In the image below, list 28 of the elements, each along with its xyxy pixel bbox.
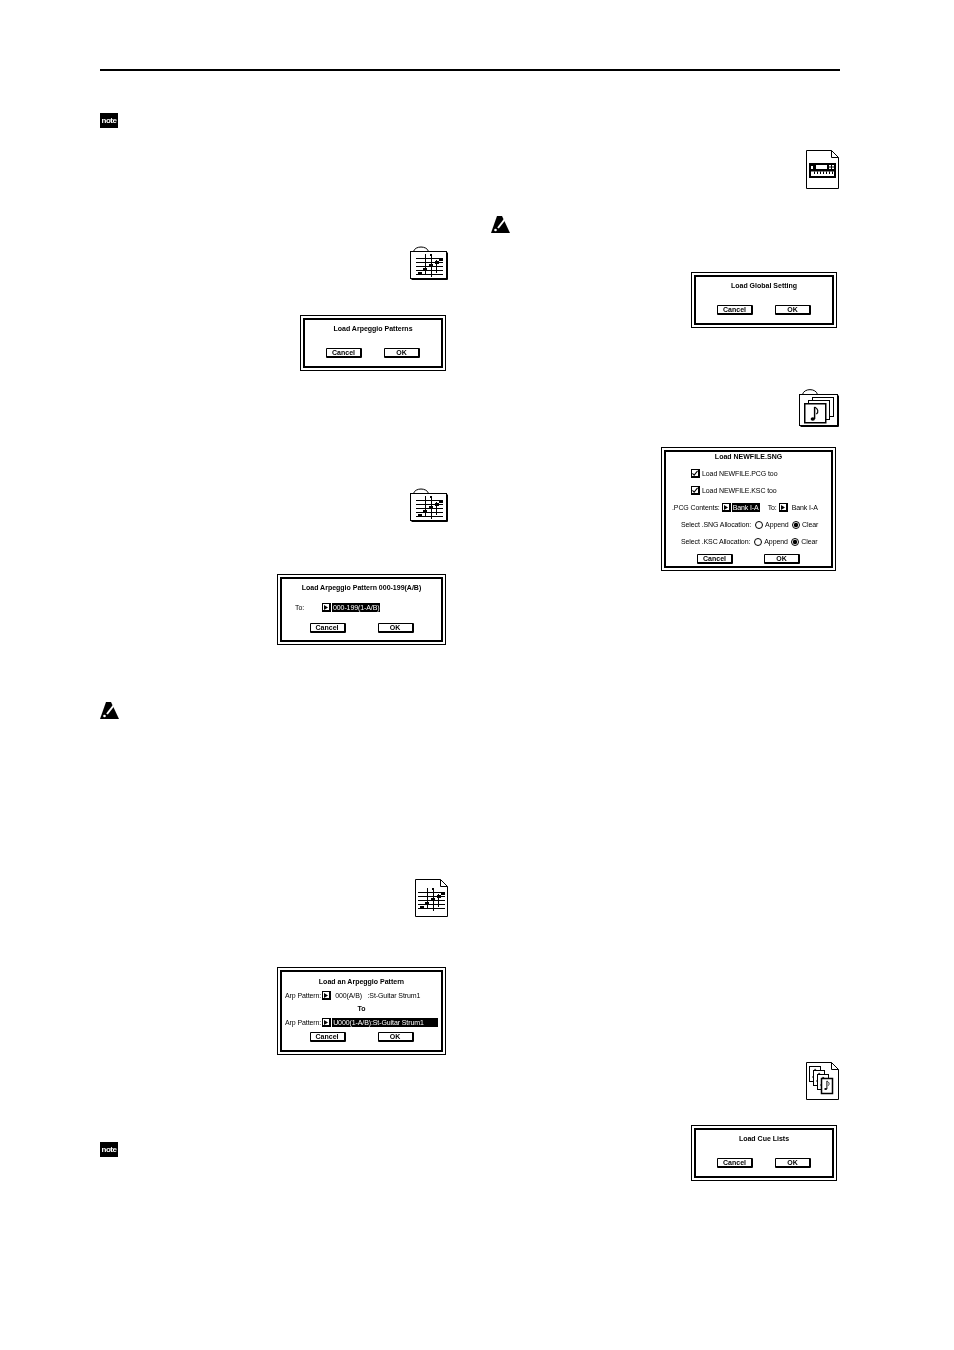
dropdown-button[interactable] — [322, 1018, 332, 1027]
triangle-icon — [324, 1019, 329, 1025]
triangle-icon — [324, 992, 329, 998]
checkbox[interactable] — [691, 486, 700, 495]
warning-icon — [100, 702, 119, 719]
check-icon — [692, 470, 698, 476]
triangle-icon — [324, 604, 328, 610]
music-folder-icon — [410, 245, 449, 281]
radio-button[interactable] — [754, 537, 763, 546]
radio-button[interactable] — [792, 520, 801, 529]
dropdown-button[interactable] — [322, 991, 332, 1000]
note-pages-folder-icon — [799, 387, 839, 427]
dropdown-button[interactable] — [721, 503, 731, 512]
note-badge: note — [100, 1142, 118, 1157]
triangle-icon — [723, 504, 728, 510]
triangle-icon — [780, 504, 785, 510]
warning-icon — [491, 216, 510, 233]
checkbox[interactable] — [691, 469, 700, 478]
radio-button[interactable] — [791, 537, 800, 546]
radio-button[interactable] — [755, 520, 764, 529]
music-folder-icon — [410, 487, 449, 523]
note-pages-document-icon — [806, 1062, 839, 1100]
check-icon — [692, 487, 698, 493]
dropdown-button[interactable] — [778, 503, 788, 512]
dropdown-button[interactable] — [322, 603, 331, 612]
music-document-icon — [415, 879, 448, 917]
keyboard-document-icon — [806, 150, 839, 189]
note-badge: note — [100, 113, 118, 128]
